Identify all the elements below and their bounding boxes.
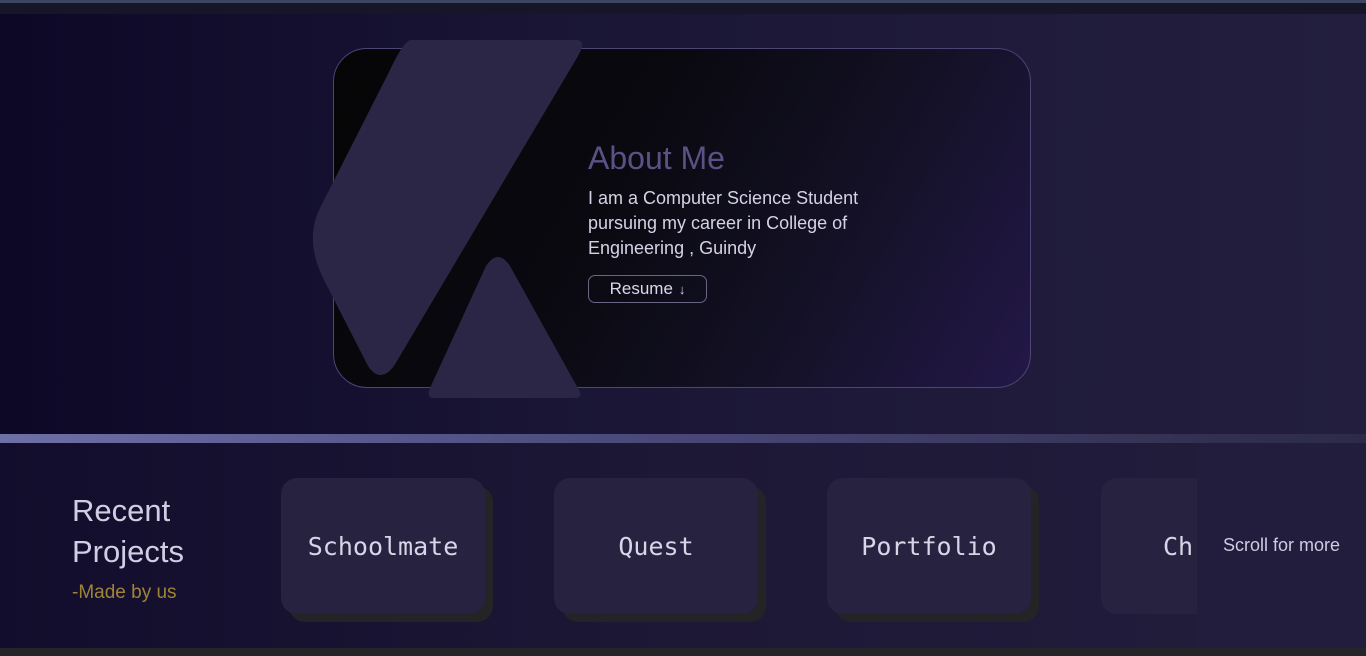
project-label: Portfolio — [861, 531, 997, 561]
projects-subtitle: -Made by us — [72, 582, 177, 603]
resume-label: Resume — [609, 279, 673, 298]
projects-title: Recent Projects — [72, 493, 184, 569]
resume-button[interactable]: Resume ↓ — [588, 275, 707, 303]
project-label: Quest — [618, 531, 694, 561]
arrow-down-icon: ↓ — [678, 281, 686, 297]
scroll-hint: Scroll for more — [1197, 443, 1366, 648]
top-bar — [0, 0, 1366, 14]
project-label: Schoolmate — [307, 531, 459, 561]
about-title: About Me — [588, 140, 725, 176]
project-card-quest[interactable]: Quest — [554, 478, 758, 614]
project-card-schoolmate[interactable]: Schoolmate — [281, 478, 485, 614]
project-label: Ch — [1163, 531, 1194, 561]
about-card: About Me I am a Computer Science Student… — [312, 40, 1031, 398]
projects-section: Recent Projects -Made by us Schoolmate Q… — [0, 443, 1366, 648]
section-divider — [0, 434, 1366, 443]
bottom-bar — [0, 648, 1366, 656]
logo-icon — [312, 40, 582, 398]
about-section: About Me I am a Computer Science Student… — [0, 14, 1366, 434]
about-description: I am a Computer Science Student pursuing… — [588, 188, 859, 258]
project-card-partial[interactable]: Ch — [1101, 478, 1197, 614]
project-card-portfolio[interactable]: Portfolio — [827, 478, 1031, 614]
